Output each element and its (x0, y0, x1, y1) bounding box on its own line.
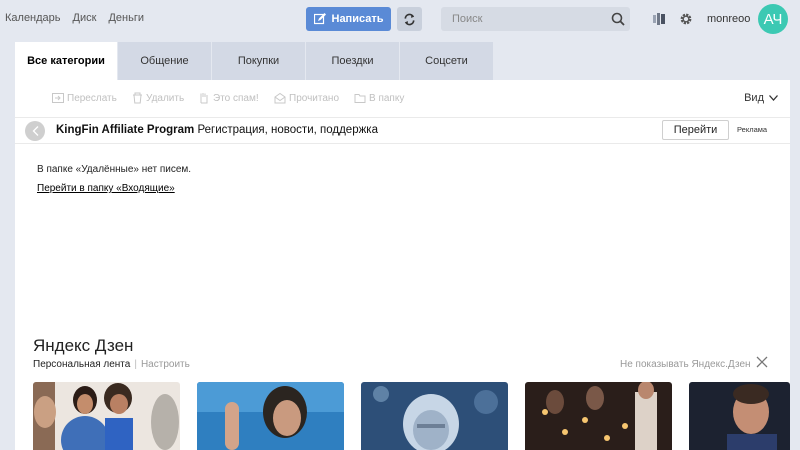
trash-icon (133, 92, 142, 104)
go-to-inbox-link[interactable]: Перейти в папку «Входящие» (37, 183, 175, 194)
open-envelope-icon (274, 92, 286, 104)
divider: | (134, 359, 137, 370)
tab-all-categories[interactable]: Все категории (15, 42, 118, 80)
card-image (33, 382, 180, 450)
empty-folder-message: В папке «Удалённые» нет писем. (37, 164, 192, 175)
zen-feed-label: Персональная лента (33, 359, 131, 370)
chevron-down-icon (769, 95, 778, 101)
zen-card[interactable] (361, 382, 508, 450)
ad-back-button[interactable] (25, 121, 45, 141)
pencil-icon (313, 13, 326, 25)
tab-social-networks[interactable]: Соцсети (400, 42, 494, 80)
close-icon[interactable] (756, 356, 768, 368)
avatar[interactable]: АЧ (758, 4, 788, 34)
card-image (361, 382, 508, 450)
search-icon[interactable] (611, 12, 625, 26)
zen-card[interactable] (525, 382, 672, 450)
ad-description: Регистрация, новости, поддержка (197, 124, 378, 136)
refresh-icon (404, 13, 415, 25)
gear-icon[interactable] (679, 12, 693, 26)
ad-text: KingFin Affiliate Program Регистрация, н… (56, 124, 378, 136)
zen-card[interactable] (33, 382, 180, 450)
ad-label: Реклама (737, 125, 768, 134)
spam-label: Это спам! (213, 92, 259, 104)
chevron-left-icon (32, 126, 38, 136)
forward-button[interactable]: Переслать (52, 92, 117, 104)
spam-button[interactable]: Это спам! (198, 92, 259, 104)
service-links: Календарь Диск Деньги (5, 12, 144, 24)
card-image (197, 382, 344, 450)
ad-banner: KingFin Affiliate Program Регистрация, н… (15, 118, 790, 144)
refresh-button[interactable] (397, 7, 422, 31)
tab-social[interactable]: Общение (118, 42, 212, 80)
card-image (689, 382, 790, 450)
mark-read-label: Прочитано (289, 92, 339, 104)
hand-icon (200, 93, 208, 104)
forward-label: Переслать (67, 92, 117, 104)
tab-trips[interactable]: Поездки (306, 42, 400, 80)
view-label: Вид (744, 92, 764, 104)
to-folder-label: В папку (369, 92, 405, 104)
folder-icon (354, 94, 366, 103)
compose-button[interactable]: Написать (306, 7, 391, 31)
compose-label: Написать (331, 13, 384, 25)
card-image (525, 382, 672, 450)
category-tabs: Все категории Общение Покупки Поездки Со… (15, 42, 494, 80)
tab-purchases[interactable]: Покупки (212, 42, 306, 80)
zen-card[interactable] (689, 382, 790, 450)
delete-label: Удалить (146, 92, 185, 104)
money-link[interactable]: Деньги (108, 12, 144, 24)
zen-cards (33, 382, 790, 450)
disk-link[interactable]: Диск (73, 12, 97, 24)
content-area: Переслать Удалить Это спам! Прочитано В … (15, 80, 790, 450)
delete-button[interactable]: Удалить (132, 92, 184, 104)
view-dropdown[interactable]: Вид (744, 92, 778, 104)
zen-hide-link[interactable]: Не показывать Яндекс.Дзен (620, 359, 751, 370)
zen-title: Яндекс Дзен (33, 336, 134, 355)
username[interactable]: monreoo (707, 13, 750, 25)
forward-icon (52, 93, 64, 103)
to-folder-button[interactable]: В папку (354, 92, 404, 104)
calendar-link[interactable]: Календарь (5, 12, 61, 24)
search-box (441, 7, 630, 31)
zen-subheader: Персональная лента | Настроить (33, 359, 190, 370)
themes-icon[interactable] (653, 12, 666, 26)
mail-toolbar: Переслать Удалить Это спам! Прочитано В … (15, 80, 790, 118)
ad-title: KingFin Affiliate Program (56, 124, 195, 136)
zen-card[interactable] (197, 382, 344, 450)
ad-go-button[interactable]: Перейти (662, 120, 729, 140)
zen-configure-link[interactable]: Настроить (141, 359, 190, 370)
mark-read-button[interactable]: Прочитано (274, 92, 339, 104)
mail-panel: Все категории Общение Покупки Поездки Со… (15, 42, 790, 450)
top-bar: Календарь Диск Деньги Написать mo (0, 0, 800, 38)
search-input[interactable] (441, 7, 606, 31)
